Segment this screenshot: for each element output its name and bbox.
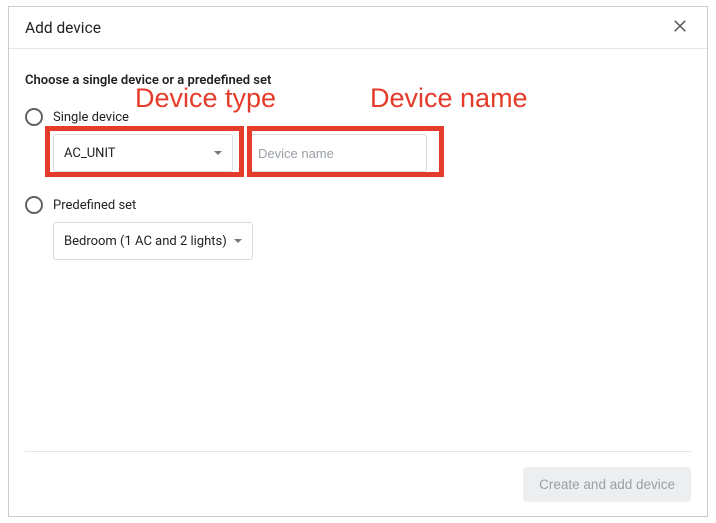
option-predefined-label: Predefined set: [53, 198, 136, 213]
close-icon: [671, 17, 689, 35]
device-type-value: AC_UNIT: [64, 146, 116, 161]
dialog-title: Add device: [25, 19, 691, 37]
instruction-text: Choose a single device or a predefined s…: [25, 73, 691, 88]
close-button[interactable]: [671, 17, 693, 39]
single-device-controls: AC_UNIT: [53, 134, 691, 172]
predefined-set-controls: Bedroom (1 AC and 2 lights): [53, 222, 691, 260]
device-type-select[interactable]: AC_UNIT: [53, 134, 233, 172]
footer-divider: [25, 451, 691, 452]
option-single-device[interactable]: Single device: [25, 108, 691, 126]
device-name-input[interactable]: [247, 134, 427, 172]
dialog-footer: Create and add device: [523, 467, 691, 502]
caret-down-icon: [214, 151, 222, 155]
add-device-dialog: Add device Choose a single device or a p…: [8, 6, 708, 517]
create-and-add-button[interactable]: Create and add device: [523, 467, 691, 502]
radio-single-device[interactable]: [25, 108, 43, 126]
dialog-header: Add device: [9, 7, 707, 49]
option-single-label: Single device: [53, 110, 129, 125]
predefined-set-select[interactable]: Bedroom (1 AC and 2 lights): [53, 222, 253, 260]
radio-predefined-set[interactable]: [25, 196, 43, 214]
predefined-set-value: Bedroom (1 AC and 2 lights): [64, 234, 227, 249]
option-predefined-set[interactable]: Predefined set: [25, 196, 691, 214]
caret-down-icon: [234, 239, 242, 243]
dialog-body: Choose a single device or a predefined s…: [9, 49, 707, 260]
